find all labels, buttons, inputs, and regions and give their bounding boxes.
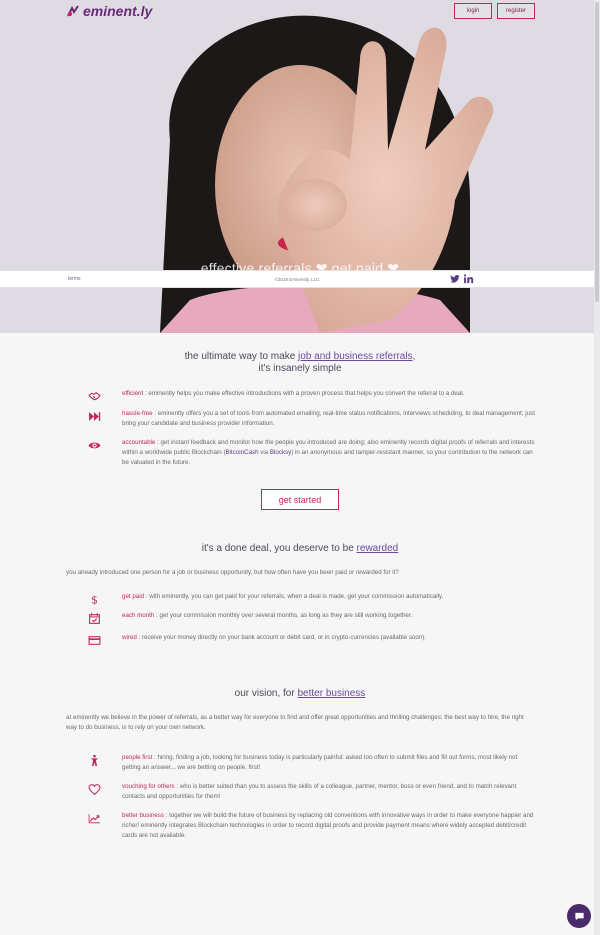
fast-forward-icon [88,412,100,421]
deal-each-month: each month : get your commission monthly… [66,611,536,625]
vision-people-first: people first : hiring, finding a job, lo… [66,753,536,773]
scrollbar[interactable] [594,0,600,935]
handshake-icon [87,392,101,401]
heart-icon [88,784,100,796]
login-button[interactable]: login [454,3,492,19]
vision-intro: at eminently we believe in the power of … [66,714,524,731]
calendar-check-icon [88,613,100,624]
logo-text: eminent.ly [83,3,153,19]
bitcoincash-link[interactable]: BitcoinCash [226,449,259,456]
deal-title-link[interactable]: rewarded [357,543,399,554]
credit-card-icon [88,636,100,645]
feature-accountable: accountable : get instant feedback and m… [66,438,536,468]
vision-title: our vision, for better business [234,688,366,699]
feature-hassle-free: hassle-free : eminently offers you a set… [66,409,536,429]
intro-subtitle: it's insanely simple [258,363,342,374]
feature-efficient: efficient : eminently helps you make eff… [66,389,536,403]
get-started-button[interactable]: get started [261,489,339,510]
feature-key: efficient [122,390,144,397]
footer-bar: terms ©2018 Eminently, LLC [0,270,594,288]
trending-up-icon [88,814,100,824]
vision-vouching: vouching for others : who is better suit… [66,782,536,802]
deal-get-paid: $ get paid : with eminently, you can get… [66,592,536,606]
chat-bubble-icon [574,912,584,920]
svg-text:$: $ [91,593,98,606]
chat-button[interactable] [567,904,591,928]
logo[interactable]: eminent.ly [66,3,152,19]
deal-intro: you already introduced one person for a … [66,569,399,576]
vision-title-link[interactable]: better business [297,688,365,699]
logo-icon [67,5,79,17]
intro-title: the ultimate way to make job and busines… [184,351,416,362]
hero-banner: eminent.ly login register effective refe… [0,0,594,333]
blocksy-link[interactable]: Blocksy [270,449,291,456]
dollar-icon: $ [91,593,98,606]
vision-better-business: better business : together we will build… [66,811,536,841]
deal-wired: wired : receive your money directly on y… [66,633,536,647]
copyright-text: ©2018 Eminently, LLC [274,276,320,282]
person-icon [90,754,98,766]
twitter-icon[interactable] [450,274,460,284]
eye-icon [88,442,100,449]
deal-title: it's a done deal, you deserve to be rewa… [201,543,399,554]
register-button[interactable]: register [497,3,535,19]
linkedin-icon[interactable] [464,274,474,284]
social-links [450,274,474,284]
intro-title-link[interactable]: job and business referrals [298,351,413,362]
